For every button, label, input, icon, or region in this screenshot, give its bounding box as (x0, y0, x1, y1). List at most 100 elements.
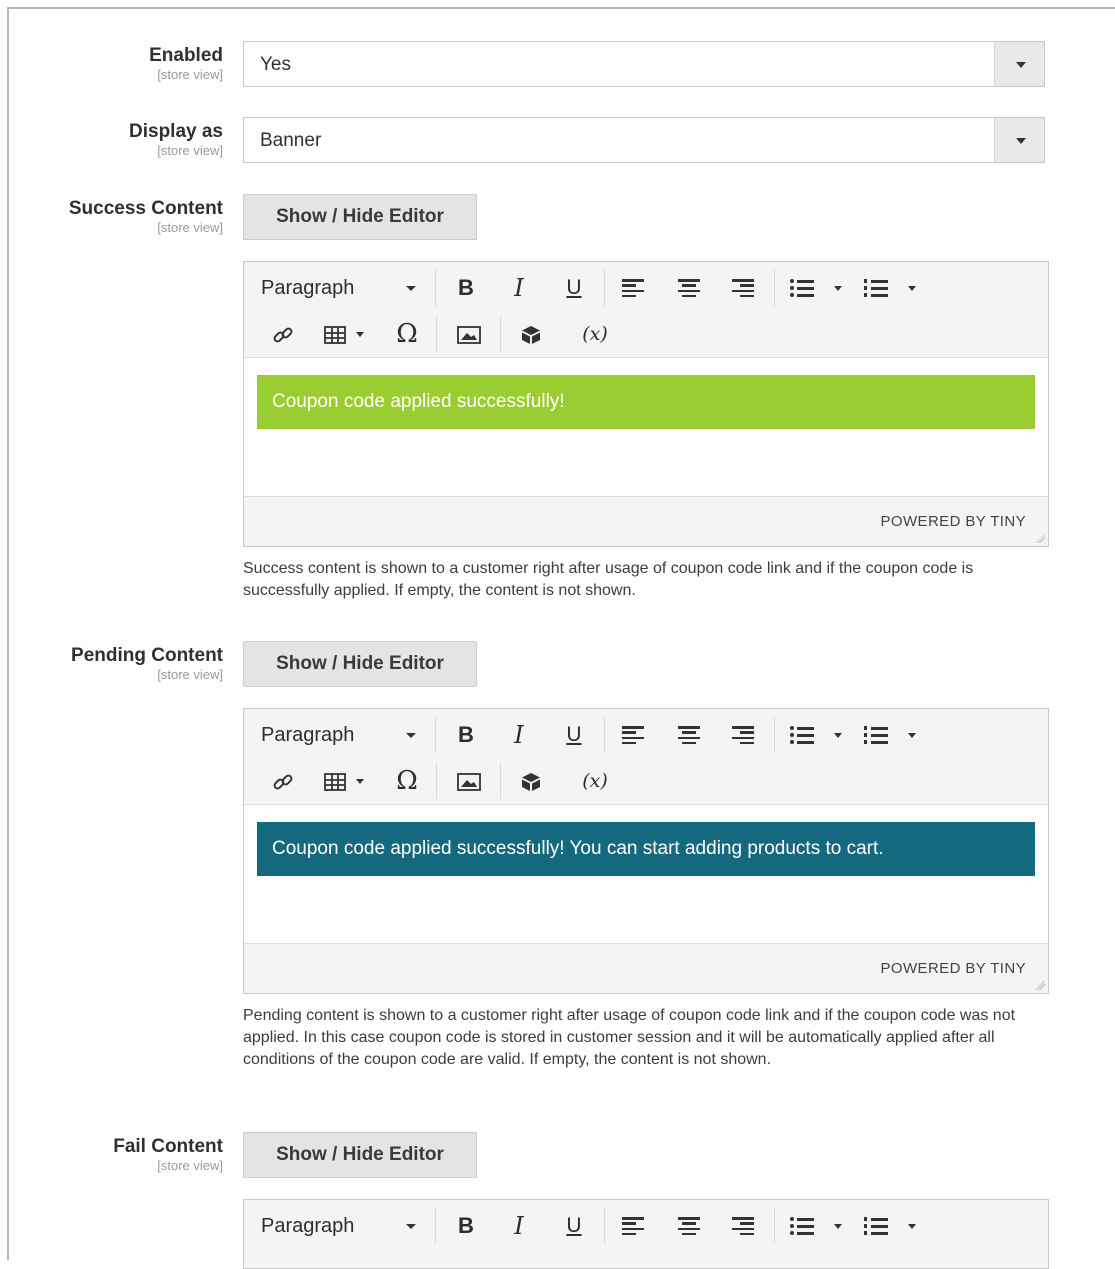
chevron-down-icon[interactable] (908, 733, 916, 738)
display-as-label: Display as (129, 121, 223, 142)
chevron-down-icon (406, 733, 416, 738)
chevron-down-icon[interactable] (356, 332, 364, 337)
italic-icon[interactable]: I (504, 1206, 534, 1246)
toolbar-row-1: Paragraph B I U (244, 715, 1048, 755)
align-center-icon[interactable] (678, 726, 700, 745)
enabled-scope: [store view] (157, 67, 223, 82)
display-as-select[interactable]: Banner (243, 117, 1045, 163)
table-icon[interactable] (320, 314, 350, 354)
display-as-select-toggle[interactable] (994, 118, 1044, 162)
powered-by-tiny-link[interactable]: POWERED BY TINY (881, 513, 1026, 530)
success-show-hide-editor-button[interactable]: Show / Hide Editor (243, 194, 477, 240)
editor-toolbar: Paragraph B I U (244, 1200, 1048, 1268)
toolbar-divider (435, 1208, 436, 1244)
bullet-list-icon[interactable] (790, 725, 816, 745)
pending-content-label: Pending Content (71, 645, 223, 666)
pending-show-hide-editor-button[interactable]: Show / Hide Editor (243, 641, 477, 687)
variables-icon[interactable]: (x) (577, 314, 613, 354)
italic-icon[interactable]: I (504, 715, 534, 755)
bold-icon[interactable]: B (451, 268, 481, 308)
chevron-down-icon[interactable] (834, 286, 842, 291)
bullet-list-icon[interactable] (790, 1216, 816, 1236)
fail-show-hide-editor-button[interactable]: Show / Hide Editor (243, 1132, 477, 1178)
align-center-icon[interactable] (678, 279, 700, 298)
pending-content-note: Pending content is shown to a customer r… (243, 1007, 1016, 1068)
resize-handle-icon[interactable] (1035, 533, 1045, 543)
fail-editor: Paragraph B I U (243, 1199, 1049, 1269)
chevron-down-icon[interactable] (834, 733, 842, 738)
underline-icon[interactable]: U (559, 268, 589, 308)
table-icon[interactable] (320, 761, 350, 801)
widget-icon[interactable] (516, 761, 546, 801)
toolbar-divider (500, 763, 501, 799)
bullet-list-icon[interactable] (790, 278, 816, 298)
align-left-icon[interactable] (622, 1217, 644, 1236)
image-icon[interactable] (454, 761, 484, 801)
italic-icon[interactable]: I (504, 268, 534, 308)
chevron-down-icon[interactable] (356, 779, 364, 784)
toolbar-divider (604, 717, 605, 753)
block-format-select[interactable]: Paragraph (261, 1206, 421, 1246)
chevron-down-icon[interactable] (908, 286, 916, 291)
pending-label-group: Pending Content [store view] (71, 645, 223, 683)
editor-statusbar: POWERED BY TINY (244, 496, 1048, 546)
editor-toolbar: Paragraph B I U (244, 262, 1048, 358)
numbered-list-icon[interactable] (864, 1216, 890, 1236)
special-character-icon[interactable]: Ω (392, 314, 422, 354)
toolbar-divider (435, 270, 436, 306)
enabled-label: Enabled (149, 45, 223, 66)
fail-scope: [store view] (157, 1158, 223, 1173)
toolbar-row-2: Ω (x) (244, 761, 1048, 801)
align-left-icon[interactable] (622, 279, 644, 298)
variables-icon[interactable]: (x) (577, 761, 613, 801)
underline-icon[interactable]: U (559, 715, 589, 755)
toolbar-divider (604, 1208, 605, 1244)
chevron-down-icon (406, 286, 416, 291)
success-label-group: Success Content [store view] (69, 198, 223, 236)
toolbar-divider (604, 270, 605, 306)
align-left-icon[interactable] (622, 726, 644, 745)
image-icon[interactable] (454, 314, 484, 354)
powered-by-tiny-link[interactable]: POWERED BY TINY (881, 960, 1026, 977)
bold-icon[interactable]: B (451, 1206, 481, 1246)
align-right-icon[interactable] (732, 279, 754, 298)
enabled-select[interactable]: Yes (243, 41, 1045, 87)
fail-label-group: Fail Content [store view] (113, 1136, 223, 1174)
align-center-icon[interactable] (678, 1217, 700, 1236)
numbered-list-icon[interactable] (864, 278, 890, 298)
enabled-select-toggle[interactable] (994, 42, 1044, 86)
success-scope: [store view] (157, 220, 223, 235)
enabled-label-group: Enabled [store view] (149, 45, 223, 83)
fail-content-label: Fail Content (113, 1136, 223, 1157)
resize-handle-icon[interactable] (1035, 980, 1045, 990)
numbered-list-icon[interactable] (864, 725, 890, 745)
toolbar-divider (774, 1208, 775, 1244)
settings-panel: Enabled [store view] Yes Display as [sto… (7, 7, 1115, 1269)
block-format-value: Paragraph (261, 724, 355, 746)
toolbar-row-1: Paragraph B I U (244, 1206, 1048, 1246)
toolbar-divider (774, 270, 775, 306)
align-right-icon[interactable] (732, 726, 754, 745)
toolbar-divider (500, 316, 501, 352)
link-icon[interactable] (268, 314, 298, 354)
chevron-down-icon[interactable] (908, 1224, 916, 1229)
editor-content-area[interactable]: Coupon code applied successfully! You ca… (244, 805, 1048, 943)
block-format-value: Paragraph (261, 277, 355, 299)
chevron-down-icon (1016, 138, 1026, 144)
block-format-select[interactable]: Paragraph (261, 268, 421, 308)
chevron-down-icon[interactable] (834, 1224, 842, 1229)
link-icon[interactable] (268, 761, 298, 801)
widget-icon[interactable] (516, 314, 546, 354)
underline-icon[interactable]: U (559, 1206, 589, 1246)
block-format-select[interactable]: Paragraph (261, 715, 421, 755)
toolbar-divider (774, 717, 775, 753)
success-content-label: Success Content (68, 198, 223, 219)
toolbar-divider (435, 717, 436, 753)
special-character-icon[interactable]: Ω (392, 761, 422, 801)
align-right-icon[interactable] (732, 1217, 754, 1236)
display-as-label-group: Display as [store view] (129, 121, 223, 159)
editor-toolbar: Paragraph B I U (244, 709, 1048, 805)
editor-content-area[interactable]: Coupon code applied successfully! (244, 358, 1048, 496)
bold-icon[interactable]: B (451, 715, 481, 755)
chevron-down-icon (406, 1224, 416, 1229)
